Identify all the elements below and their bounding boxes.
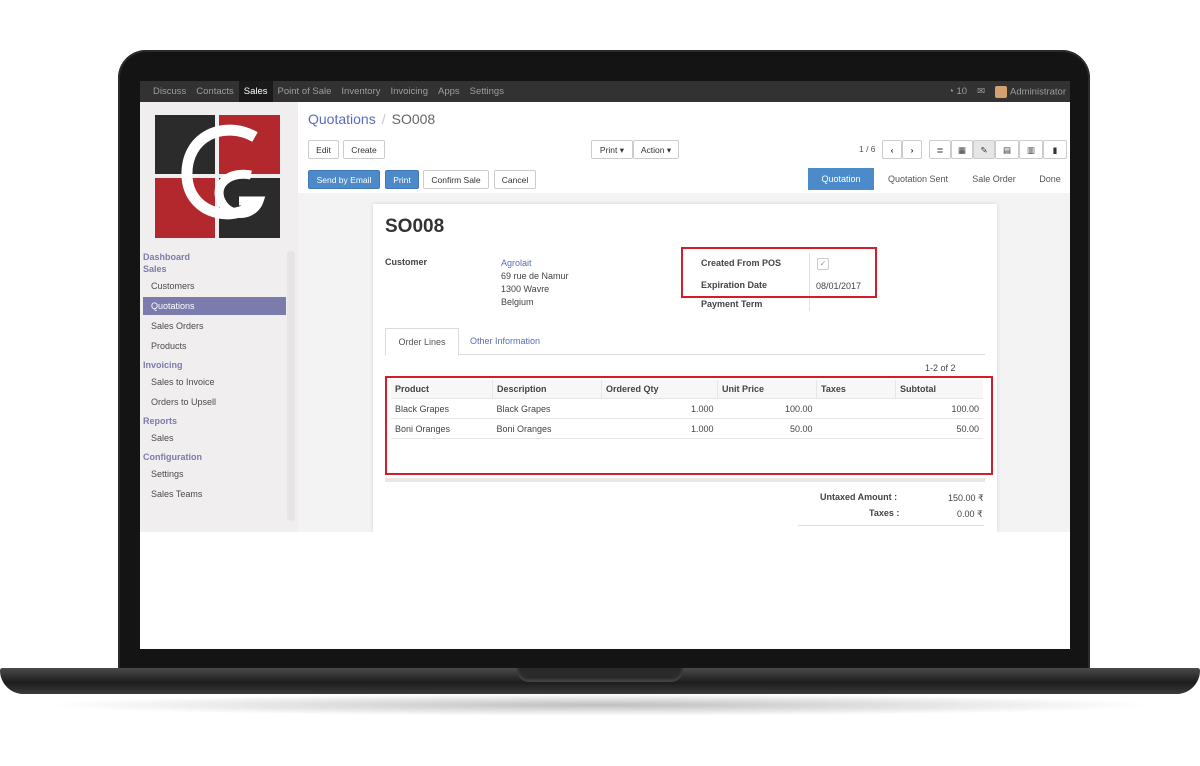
- sidebar: Dashboard Sales Customers Quotations Sales O…: [140, 102, 298, 532]
- sidebar-item-products[interactable]: Products: [143, 337, 286, 355]
- tab-other-information[interactable]: Other Information: [470, 328, 540, 354]
- user-name: Administrator: [1010, 86, 1066, 98]
- caret-down-icon: ▾: [666, 145, 672, 155]
- caret-down-icon: ▾: [619, 145, 625, 155]
- sidebar-item-customers[interactable]: Customers: [143, 277, 286, 295]
- sidebar-item-settings[interactable]: Settings: [143, 465, 286, 483]
- table-footer: [385, 478, 985, 482]
- breadcrumb-quotations-link[interactable]: Quotations: [308, 111, 376, 127]
- action-dropdown-label: Action: [640, 145, 665, 155]
- menu-item-discuss[interactable]: Discuss: [148, 81, 191, 102]
- sidebar-item-sales-to-invoice[interactable]: Sales to Invoice: [143, 373, 286, 391]
- highlight-box-lines: [385, 376, 993, 475]
- menu-item-inventory[interactable]: Inventory: [336, 81, 385, 102]
- menu-item-point-of-sale[interactable]: Point of Sale: [273, 81, 337, 102]
- send-by-email-button[interactable]: Send by Email: [308, 170, 380, 189]
- print-dropdown[interactable]: Print ▾: [591, 140, 633, 159]
- highlight-box-pos: [681, 247, 877, 298]
- sidebar-section-reports[interactable]: Reports: [143, 416, 177, 426]
- print-dropdown-label: Print: [599, 145, 618, 155]
- totals-divider: [798, 525, 984, 526]
- print-button[interactable]: Print: [385, 170, 419, 189]
- confirm-sale-button[interactable]: Confirm Sale: [423, 170, 489, 189]
- menu-item-sales[interactable]: Sales: [238, 81, 273, 102]
- payment-term-label: Payment Term: [701, 299, 763, 309]
- app-window: Discuss Contacts Sales Point of Sale Invento…: [140, 81, 1070, 649]
- lines-count: 1-2 of 2: [925, 363, 956, 373]
- list-view-icon[interactable]: ≣: [929, 140, 951, 159]
- menu-item-contacts[interactable]: Contacts: [191, 81, 239, 102]
- tab-order-lines[interactable]: Order Lines: [385, 328, 459, 356]
- untaxed-amount-value: 150.00 ₹: [948, 493, 984, 503]
- sidebar-item-orders-to-upsell[interactable]: Orders to Upsell: [143, 393, 286, 411]
- stage-sale-order[interactable]: Sale Order: [962, 168, 1026, 190]
- customer-label: Customer: [385, 257, 428, 267]
- pager-previous-button[interactable]: ‹: [882, 140, 902, 159]
- user-menu[interactable]: Administrator: [995, 85, 1066, 98]
- avatar: [995, 85, 1008, 98]
- create-button[interactable]: Create: [343, 140, 385, 159]
- breadcrumb: Quotations / SO008: [308, 111, 435, 127]
- menu-item-settings[interactable]: Settings: [465, 81, 509, 102]
- company-logo: [155, 115, 280, 238]
- address-line-2: 1300 Wavre: [501, 284, 550, 294]
- top-navbar: Discuss Contacts Sales Point of Sale Invento…: [140, 81, 1070, 102]
- pager-value[interactable]: 1 / 6: [859, 144, 876, 154]
- customer-link[interactable]: Agrolait: [501, 258, 532, 268]
- tab-underline: [385, 354, 985, 355]
- cancel-button[interactable]: Cancel: [494, 170, 536, 189]
- sidebar-section-dashboard[interactable]: Dashboard: [143, 252, 190, 262]
- stage-quotation[interactable]: Quotation: [808, 168, 874, 190]
- kanban-view-icon[interactable]: ▦: [951, 140, 973, 159]
- laptop-notch: [517, 668, 683, 682]
- action-dropdown[interactable]: Action ▾: [633, 140, 679, 159]
- notification-count: 10: [956, 86, 968, 97]
- form-view-icon[interactable]: ✎: [973, 140, 995, 159]
- calendar-view-icon[interactable]: ▤: [995, 140, 1019, 159]
- address-line-3: Belgium: [501, 297, 534, 307]
- status-bar: Quotation Quotation Sent Sale Order Done: [808, 168, 1070, 190]
- stage-done[interactable]: Done: [1030, 168, 1070, 190]
- sidebar-item-sales-teams[interactable]: Sales Teams: [143, 485, 286, 503]
- taxes-label: Taxes :: [869, 508, 900, 518]
- sidebar-item-sales[interactable]: Sales: [143, 429, 286, 447]
- pivot-view-icon[interactable]: ▥: [1019, 140, 1043, 159]
- chat-bubble-icon: ◔: [948, 86, 954, 97]
- app-menu: Discuss Contacts Sales Point of Sale Invento…: [148, 81, 509, 102]
- screen-blank-area: [140, 532, 1070, 649]
- sidebar-section-invoicing[interactable]: Invoicing: [143, 360, 183, 370]
- activity-icon[interactable]: ✉: [977, 86, 985, 97]
- pager-next-button[interactable]: ›: [902, 140, 922, 159]
- sidebar-item-sales-orders[interactable]: Sales Orders: [143, 317, 286, 335]
- sidebar-scrollbar[interactable]: [287, 251, 295, 521]
- breadcrumb-separator: /: [381, 111, 386, 127]
- address-line-1: 69 rue de Namur: [501, 271, 569, 281]
- messages-indicator[interactable]: ◔ 10: [948, 86, 967, 97]
- stage-quotation-sent[interactable]: Quotation Sent: [878, 168, 958, 190]
- sidebar-item-quotations[interactable]: Quotations: [143, 297, 286, 315]
- navbar-right: ◔ 10 ✉ Administrator: [948, 81, 1066, 102]
- untaxed-amount-label: Untaxed Amount :: [820, 492, 898, 502]
- edit-button[interactable]: Edit: [308, 140, 339, 159]
- graph-view-icon[interactable]: ▮: [1043, 140, 1067, 159]
- taxes-value: 0.00 ₹: [957, 509, 983, 519]
- breadcrumb-current: SO008: [391, 111, 436, 127]
- sidebar-section-configuration[interactable]: Configuration: [143, 452, 202, 462]
- laptop-shadow: [40, 694, 1160, 716]
- menu-item-apps[interactable]: Apps: [433, 81, 465, 102]
- record-title: SO008: [385, 216, 445, 237]
- sidebar-section-sales[interactable]: Sales: [143, 264, 167, 274]
- menu-item-invoicing[interactable]: Invoicing: [385, 81, 433, 102]
